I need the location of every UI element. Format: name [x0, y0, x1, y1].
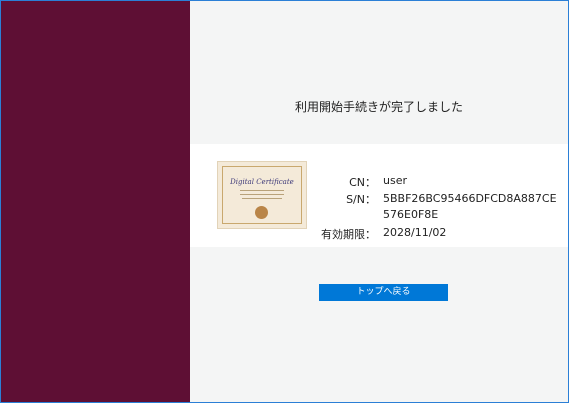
- certificate-image-title: Digital Certificate: [230, 178, 294, 186]
- sidebar-panel: [1, 1, 190, 402]
- cn-value: user: [383, 174, 407, 187]
- certificate-text-line: [240, 194, 284, 195]
- certificate-text-line: [242, 198, 282, 199]
- main-content: 利用開始手続きが完了しました Digital Certificate CN： u…: [190, 1, 568, 402]
- completion-message: 利用開始手続きが完了しました: [294, 100, 463, 114]
- certificate-text-line: [240, 190, 284, 191]
- certificate-info-panel: Digital Certificate CN： user S/N： 5BBF26…: [190, 144, 568, 247]
- expiry-label: 有効期限：: [321, 228, 376, 241]
- cn-label: CN：: [349, 176, 376, 189]
- expiry-value: 2028/11/02: [383, 226, 447, 239]
- sn-value: 5BBF26BC95466DFCD8A887CE576E0F8E: [383, 192, 557, 221]
- sn-label: S/N：: [346, 193, 376, 206]
- back-to-top-button[interactable]: トップへ戻る: [319, 284, 448, 301]
- app-window: 利用開始手続きが完了しました Digital Certificate CN： u…: [0, 0, 569, 403]
- certificate-image: Digital Certificate: [218, 162, 306, 228]
- certificate-seal-icon: [255, 206, 268, 219]
